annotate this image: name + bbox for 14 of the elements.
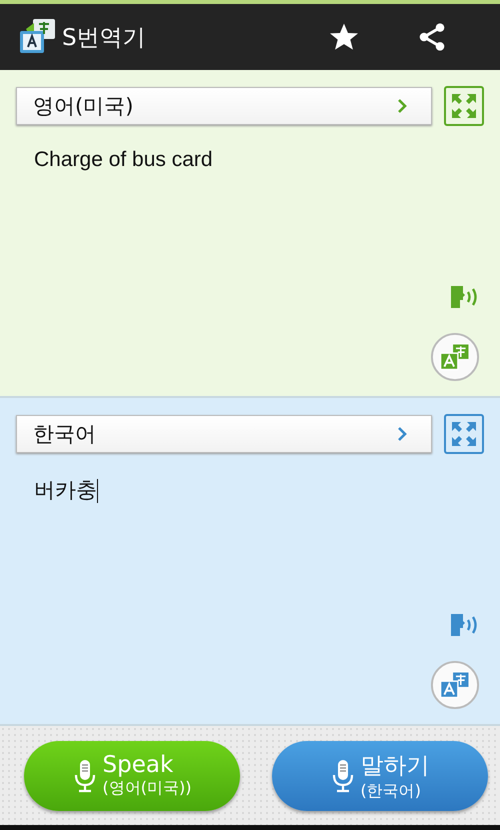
language-selector[interactable]: 한국어 — [16, 415, 432, 453]
language-selector[interactable]: 영어(미국) — [16, 87, 432, 125]
translate-icon[interactable] — [430, 660, 480, 710]
text-field[interactable]: 버카충 — [16, 454, 484, 612]
chevron-icon — [397, 98, 407, 114]
speak-button[interactable]: 말하기 (한국어) — [272, 740, 488, 810]
text-field[interactable]: Charge of bus card — [16, 126, 484, 284]
microphone-icon — [330, 758, 354, 794]
microphone-icon — [72, 758, 97, 794]
app-title: S번역기 — [62, 24, 147, 52]
expand-icon[interactable] — [444, 414, 484, 454]
chevron-icon — [397, 426, 407, 442]
translate-icon[interactable] — [430, 332, 480, 382]
expand-icon[interactable] — [444, 86, 484, 126]
